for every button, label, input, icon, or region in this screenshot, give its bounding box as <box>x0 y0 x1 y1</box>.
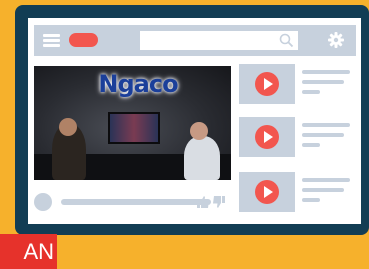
recommended-video-3[interactable] <box>239 172 359 212</box>
title-line <box>302 70 350 74</box>
channel-avatar[interactable] <box>34 193 52 211</box>
recommended-thumbnail[interactable] <box>239 117 295 157</box>
play-icon[interactable] <box>255 180 279 204</box>
recommended-thumbnail[interactable] <box>239 172 295 212</box>
title-line <box>302 178 350 182</box>
title-line <box>302 123 350 127</box>
video-logo-text: Ngaco <box>98 70 178 98</box>
video-controls <box>34 191 231 213</box>
search-icon[interactable] <box>279 33 294 48</box>
corner-badge: AN <box>0 234 57 269</box>
recommended-video-1[interactable] <box>239 64 359 104</box>
meta-line <box>302 188 344 192</box>
menu-icon[interactable] <box>43 34 60 47</box>
dislike-icon[interactable] <box>212 195 226 209</box>
gear-icon[interactable] <box>327 31 345 49</box>
play-icon[interactable] <box>255 125 279 149</box>
person-right <box>184 136 220 180</box>
top-bar <box>34 25 356 56</box>
meta-line <box>302 90 320 94</box>
meta-line <box>302 198 320 202</box>
like-icon[interactable] <box>196 195 210 209</box>
background-tv <box>108 112 160 144</box>
video-player[interactable]: Ngaco <box>34 66 231 180</box>
recommended-thumbnail[interactable] <box>239 64 295 104</box>
meta-line <box>302 80 344 84</box>
meta-line <box>302 133 344 137</box>
logo-pill[interactable] <box>69 33 98 47</box>
person-left-head <box>59 118 77 136</box>
meta-line <box>302 143 320 147</box>
search-input[interactable] <box>140 31 298 50</box>
play-icon[interactable] <box>255 72 279 96</box>
recommended-video-2[interactable] <box>239 117 359 157</box>
person-right-head <box>190 122 208 140</box>
progress-bar[interactable] <box>61 199 211 205</box>
